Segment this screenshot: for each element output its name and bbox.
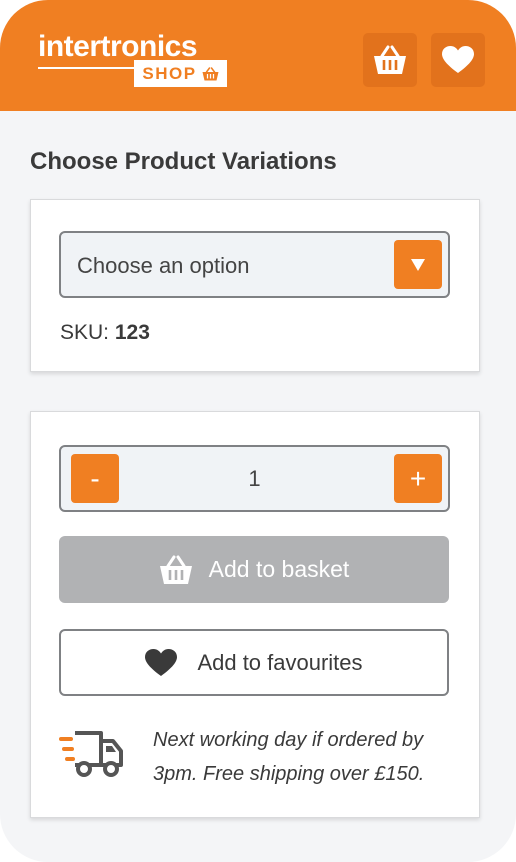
header: intertronics SHOP	[0, 0, 516, 111]
logo-wordmark: intertronics	[38, 30, 198, 63]
increase-quantity-button[interactable]: +	[394, 454, 442, 503]
page-title: Choose Product Variations	[30, 148, 337, 175]
sku-value: 123	[114, 321, 150, 344]
basket-icon	[159, 555, 192, 584]
add-to-basket-button[interactable]: Add to basket	[59, 536, 449, 603]
variation-select-value: Choose an option	[77, 253, 250, 278]
sku-text: SKU: 123	[60, 321, 150, 345]
heart-icon	[442, 46, 474, 73]
dropdown-button[interactable]	[394, 240, 442, 289]
logo-shop-badge: SHOP	[134, 60, 227, 87]
sku-label: SKU:	[60, 321, 110, 344]
quantity-stepper: - 1 +	[59, 445, 450, 512]
add-to-favourites-button[interactable]: Add to favourites	[59, 629, 449, 696]
app-screen: intertronics SHOP Choose Product Variati…	[0, 0, 516, 862]
heart-icon	[145, 648, 178, 676]
logo-underline	[38, 67, 134, 69]
basket-button[interactable]	[363, 33, 417, 87]
variation-select[interactable]: Choose an option	[59, 231, 450, 298]
delivery-truck-icon	[59, 731, 123, 777]
intertronics-shop-logo[interactable]: intertronics SHOP	[38, 30, 238, 90]
variation-card: Choose an option SKU: 123	[30, 199, 480, 372]
add-to-basket-label: Add to basket	[208, 556, 350, 582]
shipping-info-text: Next working day if ordered by 3pm. Free…	[153, 729, 425, 785]
quantity-input[interactable]: 1	[61, 466, 448, 492]
favourites-button[interactable]	[431, 33, 485, 87]
add-to-favourites-label: Add to favourites	[197, 649, 363, 675]
shop-basket-icon	[202, 66, 219, 80]
logo-shop-label: SHOP	[142, 63, 197, 83]
purchase-card: - 1 + Add to basket Add to favourites Ne…	[30, 411, 480, 818]
basket-icon	[374, 45, 406, 74]
triangle-down-icon	[411, 258, 425, 271]
